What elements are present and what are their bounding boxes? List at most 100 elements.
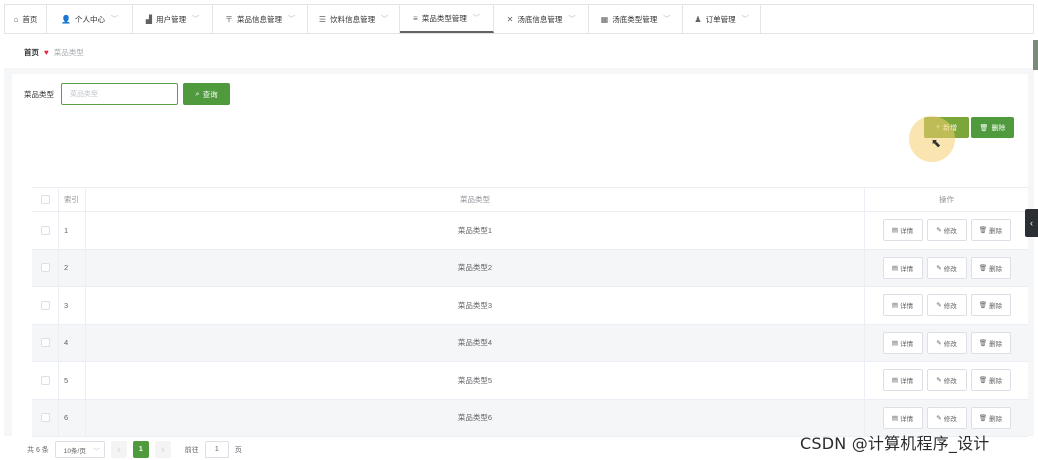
chevron-down-icon: ﹀	[110, 16, 118, 23]
delete-button[interactable]: 🗑 删除	[970, 369, 1011, 392]
prev-page-button[interactable]: ‹	[110, 441, 127, 458]
nav-personal-center[interactable]: 👤 个人中心 ﹀	[47, 5, 133, 33]
row-index: 6	[59, 399, 86, 436]
row-type: 菜品类型4	[86, 324, 865, 361]
select-all-cell	[32, 188, 59, 211]
batch-delete-button[interactable]: 🗑 删除	[971, 117, 1014, 138]
add-button[interactable]: + 新增	[924, 117, 969, 138]
doc-icon: ▤	[891, 302, 899, 310]
detail-button[interactable]: ▤ 详情	[882, 369, 923, 392]
nav-dish-type[interactable]: ≡ 菜品类型管理 ﹀	[400, 5, 494, 33]
pagination: 共 6 条 10条/页 ﹀ ‹ 1 › 前往 1 页	[27, 441, 242, 458]
doc-icon: ▤	[891, 414, 899, 422]
next-page-button[interactable]: ›	[154, 441, 171, 458]
edit-icon: ✎	[936, 264, 942, 272]
edit-button[interactable]: ✎ 修改	[926, 219, 967, 242]
detail-button[interactable]: ▤ 详情	[882, 219, 923, 242]
delete-button[interactable]: 🗑 删除	[970, 256, 1011, 279]
delete-button-label: 删除	[991, 124, 1006, 132]
row-checkbox[interactable]	[40, 300, 50, 310]
current-page[interactable]: 1	[132, 441, 149, 458]
breadcrumb-home[interactable]: 首页	[24, 47, 39, 58]
chevron-down-icon: ﹀	[472, 15, 480, 22]
row-index: 5	[59, 362, 86, 399]
header-index: 索引	[59, 188, 86, 211]
chart-icon: ▟	[145, 14, 153, 24]
nav-drink-info[interactable]: ☰ 饮料信息管理 ﹀	[308, 5, 400, 33]
doc-icon: ▤	[891, 339, 899, 347]
row-checkbox[interactable]	[40, 225, 50, 235]
nav-order-management[interactable]: ♟ 订单管理 ﹀	[683, 5, 761, 33]
doc-icon: ▤	[891, 377, 899, 385]
person-icon: ♟	[694, 14, 702, 24]
query-button[interactable]: ⌕ 查询	[183, 83, 230, 105]
row-checkbox[interactable]	[40, 375, 50, 385]
row-index: 1	[59, 212, 86, 249]
table-row: 2 菜品类型2 ▤ 详情 ✎ 修改 🗑 删除	[32, 249, 1028, 287]
row-checkbox[interactable]	[40, 338, 50, 348]
edit-button[interactable]: ✎ 修改	[926, 406, 967, 429]
nav-label: 首页	[22, 14, 38, 24]
row-index: 4	[59, 324, 86, 361]
sliders-icon: ☰	[318, 14, 327, 24]
edit-icon: ✎	[936, 339, 942, 347]
page-size-select[interactable]: 10条/页 ﹀	[54, 441, 105, 458]
nav-dish-info[interactable]: 〒 菜品信息管理 ﹀	[213, 5, 308, 33]
total-count: 共 6 条	[27, 446, 49, 454]
edit-button[interactable]: ✎ 修改	[926, 369, 967, 392]
goto-input[interactable]: 1	[204, 441, 229, 458]
chevron-down-icon: ﹀	[663, 16, 671, 23]
main-content: 首页 ♥ 菜品类型 菜品类型 ⌕ 查询 + 新增 🗑 删除	[4, 36, 1034, 458]
detail-button[interactable]: ▤ 详情	[882, 256, 923, 279]
nav-broth-type[interactable]: ▦ 汤底类型管理 ﹀	[589, 5, 683, 33]
row-type: 菜品类型6	[86, 399, 865, 436]
edit-button[interactable]: ✎ 修改	[926, 256, 967, 279]
trash-icon: 🗑	[979, 124, 989, 132]
watermark: CSDN @计算机程序_设计	[800, 434, 990, 453]
delete-button[interactable]: 🗑 删除	[970, 219, 1011, 242]
nav-label: 菜品类型管理	[421, 13, 467, 23]
search-input[interactable]	[61, 83, 178, 105]
nav-home[interactable]: ⌂ 首页	[5, 5, 47, 33]
page-suffix: 页	[234, 446, 242, 454]
trash-icon: 🗑	[978, 377, 988, 385]
table-row: 1 菜品类型1 ▤ 详情 ✎ 修改 🗑 删除	[32, 212, 1028, 250]
search-bar: 菜品类型 ⌕ 查询	[24, 83, 230, 105]
row-checkbox[interactable]	[40, 263, 50, 273]
nav-label: 饮料信息管理	[330, 14, 376, 24]
nav-label: 个人中心	[74, 14, 105, 24]
nav-user-management[interactable]: ▟ 用户管理 ﹀	[133, 5, 213, 33]
nav-label: 汤底信息管理	[517, 14, 563, 24]
dish-type-table: 索引 菜品类型 操作 1 菜品类型1 ▤ 详情 ✎ 修改 🗑 删除 2 菜品类型2	[32, 187, 1028, 437]
detail-button[interactable]: ▤ 详情	[882, 294, 923, 317]
select-all-checkbox[interactable]	[40, 195, 50, 204]
delete-button[interactable]: 🗑 删除	[970, 331, 1011, 354]
search-icon: ⌕	[195, 89, 200, 98]
edit-button[interactable]: ✎ 修改	[926, 331, 967, 354]
side-panel-toggle[interactable]: ‹	[1025, 209, 1038, 237]
scrollbar-thumb[interactable]	[1033, 40, 1038, 70]
nav-label: 菜品信息管理	[237, 14, 282, 24]
doc-icon: ▤	[891, 227, 899, 235]
delete-button[interactable]: 🗑 删除	[970, 294, 1011, 317]
detail-button[interactable]: ▤ 详情	[882, 406, 923, 429]
heart-icon: ♥	[44, 47, 49, 57]
table-actions: + 新增 🗑 删除	[924, 117, 1014, 138]
edit-button[interactable]: ✎ 修改	[926, 294, 967, 317]
chevron-down-icon: ﹀	[381, 16, 389, 23]
breadcrumb-current: 菜品类型	[53, 47, 84, 57]
add-button-label: 新增	[943, 124, 958, 132]
nav-broth-info[interactable]: ✕ 汤底信息管理 ﹀	[494, 5, 589, 33]
edit-icon: ✎	[936, 414, 942, 422]
row-type: 菜品类型2	[86, 249, 865, 286]
breadcrumb: 首页 ♥ 菜品类型	[4, 36, 1034, 68]
nav-label: 汤底类型管理	[612, 14, 658, 24]
table-header: 索引 菜品类型 操作	[32, 188, 1028, 212]
plus-icon: +	[935, 124, 941, 131]
row-checkbox[interactable]	[40, 413, 50, 423]
user-icon: 👤	[61, 14, 71, 24]
detail-button[interactable]: ▤ 详情	[882, 331, 923, 354]
home-icon: ⌂	[13, 14, 19, 24]
delete-button[interactable]: 🗑 删除	[970, 406, 1011, 429]
chevron-down-icon: ﹀	[568, 16, 576, 23]
